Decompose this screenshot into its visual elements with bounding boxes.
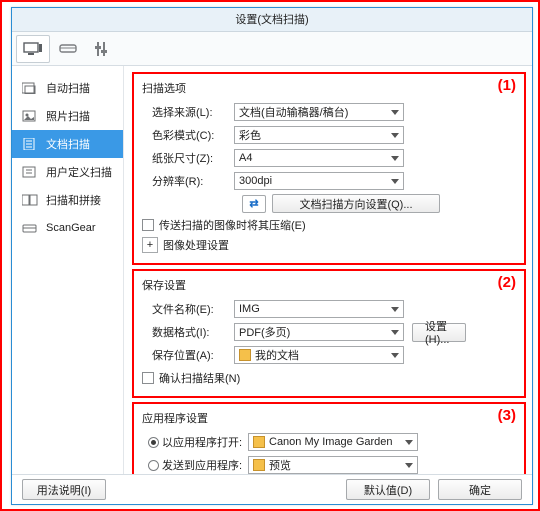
sidebar-label: 用户定义扫描 [46, 164, 112, 180]
custom-icon [22, 165, 38, 179]
orientation-settings-button[interactable]: 文档扫描方向设置(Q)... [272, 194, 440, 213]
app-icon [253, 459, 265, 471]
confirm-results-label: 确认扫描结果(N) [159, 370, 240, 386]
open-with-select[interactable]: Canon My Image Garden [248, 433, 418, 451]
sidebar: 自动扫描 照片扫描 文档扫描 用户定义扫描 扫描和拼接 ScanGear [12, 66, 124, 474]
section-number: (1) [498, 77, 516, 94]
mode-tools-icon[interactable] [86, 35, 120, 63]
resolution-label: 分辨率(R): [142, 173, 234, 189]
section-number: (3) [498, 407, 516, 424]
send-to-app-radio[interactable] [148, 460, 159, 471]
source-label: 选择来源(L): [142, 104, 234, 120]
sidebar-label: 文档扫描 [46, 136, 90, 152]
mode-computer-icon[interactable] [16, 35, 50, 63]
main-panel: (1) 扫描选项 选择来源(L): 文档(自动输稿器/稿台) 色彩模式(C): … [124, 66, 532, 474]
source-select[interactable]: 文档(自动输稿器/稿台) [234, 103, 404, 121]
location-select[interactable]: 我的文档 [234, 346, 404, 364]
sidebar-label: 自动扫描 [46, 80, 90, 96]
sidebar-item-auto[interactable]: 自动扫描 [12, 74, 123, 102]
expand-image-processing-button[interactable]: + [142, 237, 158, 253]
sidebar-item-custom[interactable]: 用户定义扫描 [12, 158, 123, 186]
sidebar-item-photo[interactable]: 照片扫描 [12, 102, 123, 130]
folder-icon [239, 349, 251, 361]
paper-select[interactable]: A4 [234, 149, 404, 167]
defaults-button[interactable]: 默认值(D) [346, 479, 430, 500]
mode-toolbar [12, 32, 532, 66]
resolution-select[interactable]: 300dpi [234, 172, 404, 190]
format-select[interactable]: PDF(多页) [234, 323, 404, 341]
sidebar-item-document[interactable]: 文档扫描 [12, 130, 123, 158]
open-with-label: 以应用程序打开: [162, 434, 242, 450]
stitch-icon [22, 193, 38, 207]
help-button[interactable]: 用法说明(I) [22, 479, 106, 500]
window-title: 设置(文档扫描) [12, 8, 532, 32]
image-processing-label: 图像处理设置 [163, 237, 229, 253]
format-settings-button[interactable]: 设置(H)... [412, 323, 466, 342]
app-icon [253, 436, 265, 448]
scangear-icon [22, 221, 38, 235]
ok-button[interactable]: 确定 [438, 479, 522, 500]
sidebar-label: 照片扫描 [46, 108, 90, 124]
sidebar-label: ScanGear [46, 222, 96, 234]
filename-select[interactable]: IMG [234, 300, 404, 318]
mode-scanner-icon[interactable] [51, 35, 85, 63]
section-title: 应用程序设置 [142, 410, 516, 426]
sidebar-item-scangear[interactable]: ScanGear [12, 214, 123, 242]
auto-icon [22, 81, 38, 95]
compress-checkbox[interactable] [142, 219, 154, 231]
sidebar-label: 扫描和拼接 [46, 192, 101, 208]
send-to-app-label: 发送到应用程序: [162, 457, 242, 473]
section-number: (2) [498, 274, 516, 291]
filename-label: 文件名称(E): [142, 301, 234, 317]
section-save-settings: (2) 保存设置 文件名称(E): IMG 数据格式(I): PDF(多页) 设… [132, 269, 526, 398]
open-with-radio[interactable] [148, 437, 159, 448]
section-title: 保存设置 [142, 277, 516, 293]
section-title: 扫描选项 [142, 80, 516, 96]
section-scan-options: (1) 扫描选项 选择来源(L): 文档(自动输稿器/稿台) 色彩模式(C): … [132, 72, 526, 265]
swap-orientation-icon[interactable]: ⇄ [242, 195, 266, 213]
format-label: 数据格式(I): [142, 324, 234, 340]
sidebar-item-stitch[interactable]: 扫描和拼接 [12, 186, 123, 214]
paper-label: 纸张尺寸(Z): [142, 150, 234, 166]
color-label: 色彩模式(C): [142, 127, 234, 143]
confirm-results-checkbox[interactable] [142, 372, 154, 384]
footer: 用法说明(I) 默认值(D) 确定 [12, 474, 532, 504]
document-icon [22, 137, 38, 151]
section-application-settings: (3) 应用程序设置 以应用程序打开: Canon My Image Garde… [132, 402, 526, 474]
send-to-app-select[interactable]: 预览 [248, 456, 418, 474]
photo-icon [22, 109, 38, 123]
compress-label: 传送扫描的图像时将其压缩(E) [159, 217, 306, 233]
location-label: 保存位置(A): [142, 347, 234, 363]
color-select[interactable]: 彩色 [234, 126, 404, 144]
